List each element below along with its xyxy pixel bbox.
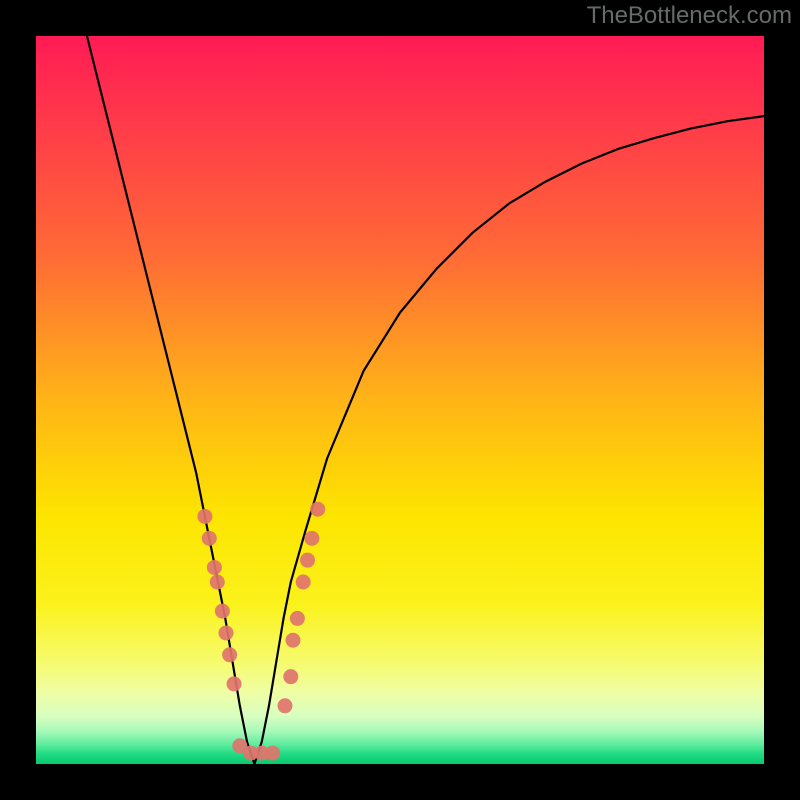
- watermark-text: TheBottleneck.com: [587, 2, 792, 30]
- sample-dot: [265, 746, 280, 761]
- curve-overlay: [36, 36, 764, 764]
- sample-dot: [210, 575, 225, 590]
- sample-dot: [215, 604, 230, 619]
- sample-dot: [300, 553, 315, 568]
- sample-dot: [207, 560, 222, 575]
- sample-dot: [219, 625, 234, 640]
- sample-dot: [197, 509, 212, 524]
- sample-dot: [202, 531, 217, 546]
- plot-area: [36, 36, 764, 764]
- sample-dot: [296, 575, 311, 590]
- sample-dots-group: [197, 502, 325, 761]
- sample-dot: [310, 502, 325, 517]
- sample-dot: [222, 647, 237, 662]
- sample-dot: [285, 633, 300, 648]
- sample-dot: [277, 698, 292, 713]
- sample-dot: [283, 669, 298, 684]
- sample-dot: [227, 676, 242, 691]
- bottleneck-curve: [87, 36, 764, 764]
- sample-dot: [290, 611, 305, 626]
- chart-frame: TheBottleneck.com: [0, 0, 800, 800]
- sample-dot: [304, 531, 319, 546]
